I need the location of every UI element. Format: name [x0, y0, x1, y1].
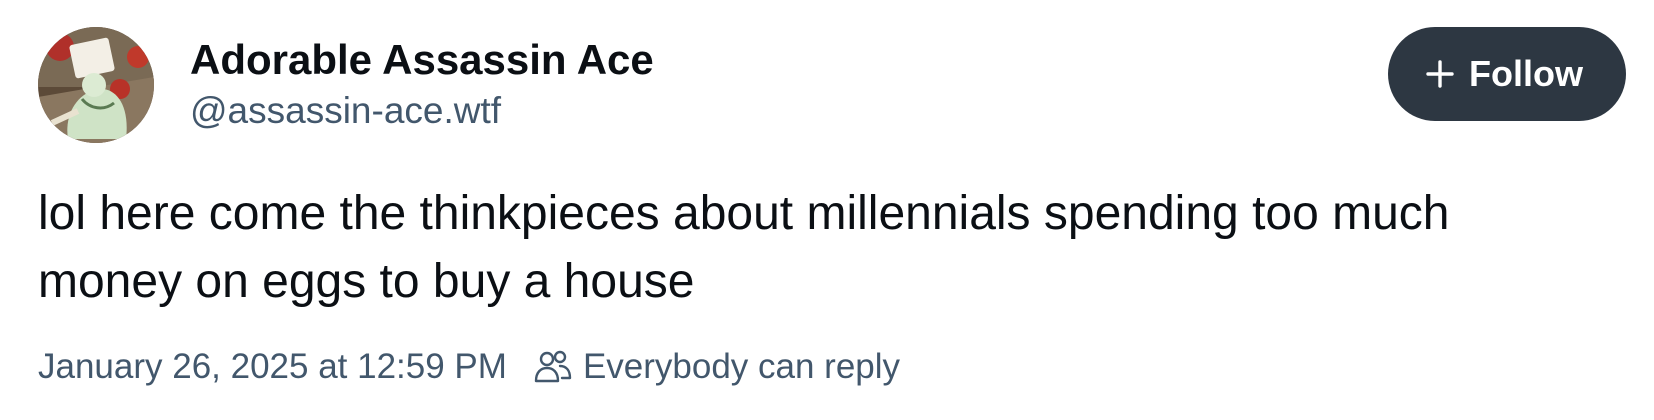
avatar-image	[38, 27, 154, 143]
follow-button[interactable]: Follow	[1388, 27, 1626, 121]
post-timestamp[interactable]: January 26, 2025 at 12:59 PM	[38, 347, 507, 387]
post-meta: January 26, 2025 at 12:59 PM Everybody c…	[38, 343, 900, 391]
plus-icon	[1426, 60, 1454, 88]
post-card: Adorable Assassin Ace @assassin-ace.wtf …	[0, 0, 1654, 420]
author-handle[interactable]: @assassin-ace.wtf	[190, 88, 654, 134]
author-display-name[interactable]: Adorable Assassin Ace	[190, 34, 654, 86]
reply-setting: Everybody can reply	[533, 347, 900, 387]
people-icon	[534, 350, 572, 383]
author-info[interactable]: Adorable Assassin Ace @assassin-ace.wtf	[190, 34, 654, 134]
author-avatar[interactable]	[38, 27, 154, 143]
follow-label: Follow	[1469, 53, 1583, 94]
reply-setting-label: Everybody can reply	[582, 347, 901, 386]
post-text: lol here come the thinkpieces about mill…	[38, 187, 1450, 308]
